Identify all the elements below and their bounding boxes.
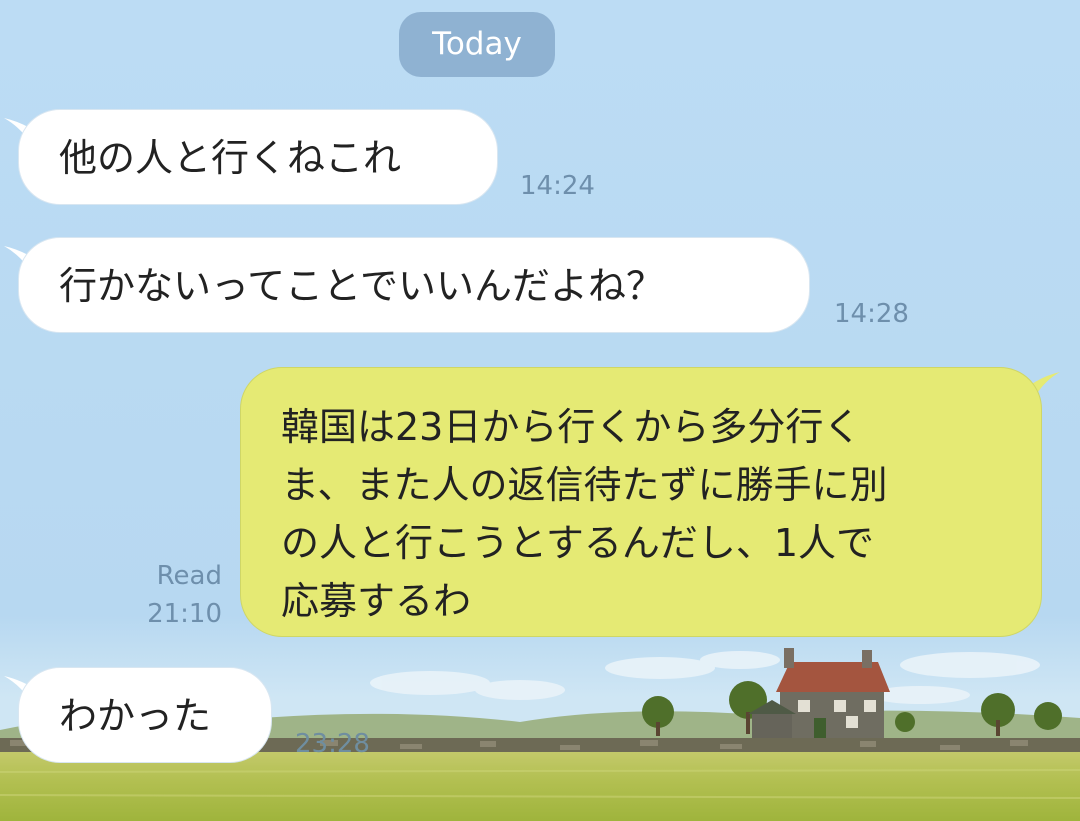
message-text: 他の人と行くねこれ: [59, 136, 402, 180]
message-bubble[interactable]: 行かないってことでいいんだよね？: [18, 237, 810, 333]
message-bubble[interactable]: 韓国は23日から行くから多分行く ま、また人の返信待たずに勝手に別 の人と行こう…: [240, 367, 1042, 637]
read-receipt: Read 21:10: [140, 557, 222, 633]
message-timestamp: 14:28: [834, 299, 909, 329]
message-bubble[interactable]: わかった: [18, 667, 272, 763]
read-status: Read: [156, 561, 222, 591]
message-text: わかった: [59, 694, 212, 738]
message-timestamp: 14:24: [520, 171, 595, 201]
message-text-line: 応募するわ: [281, 579, 472, 623]
day-separator-chip: Today: [399, 12, 555, 77]
message-bubble[interactable]: 他の人と行くねこれ: [18, 109, 498, 205]
message-text-line: の人と行こうとするんだし、1人で: [281, 521, 875, 565]
message-timestamp: 21:10: [147, 599, 222, 629]
message-timestamp: 23:28: [295, 729, 370, 759]
message-text: 行かないってことでいいんだよね？: [59, 264, 664, 308]
message-text-line: 韓国は23日から行くから多分行く: [281, 405, 862, 449]
message-text-line: ま、また人の返信待たずに勝手に別: [281, 463, 888, 507]
